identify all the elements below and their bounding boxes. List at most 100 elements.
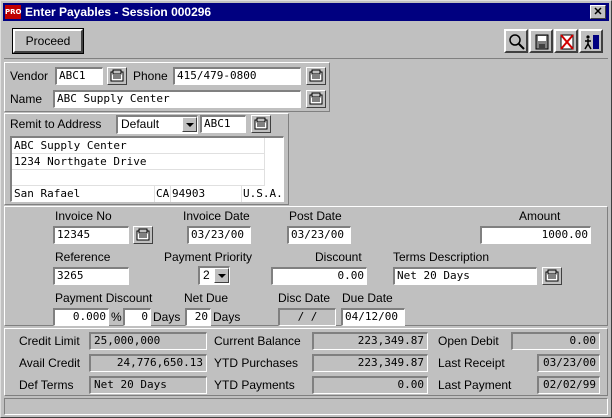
payment-discount-field[interactable]: 0.000	[53, 308, 109, 326]
lookup-icon	[136, 228, 150, 241]
exit-icon	[584, 35, 599, 50]
open-debit-value: 0.00	[511, 332, 600, 350]
amount-label: Amount	[519, 209, 561, 223]
toolbar: Proceed	[4, 23, 608, 59]
ytd-payments-label: YTD Payments	[214, 378, 295, 392]
chevron-down-icon[interactable]	[214, 268, 229, 283]
phone-lookup-button[interactable]	[306, 67, 326, 85]
enter-payables-window: PRO Enter Payables - Session 000296 ✕ Pr…	[0, 0, 612, 418]
address-city[interactable]: San Rafael	[14, 187, 80, 201]
save-button[interactable]	[529, 29, 553, 53]
vendor-label: Vendor	[10, 69, 49, 83]
avail-credit-value: 24,776,650.13	[89, 354, 207, 372]
net-due-field[interactable]: 20	[185, 308, 211, 326]
lookup-icon	[254, 117, 268, 130]
discount-label: Discount	[315, 250, 362, 264]
due-date-label: Due Date	[342, 291, 393, 305]
lookup-icon	[309, 69, 323, 82]
net-due-label: Net Due	[184, 291, 229, 305]
reference-label: Reference	[55, 250, 111, 264]
search-icon	[509, 34, 525, 50]
toolbar-icons	[504, 29, 603, 53]
address-line-3[interactable]	[12, 170, 264, 186]
remit-address-box[interactable]: ABC Supply Center 1234 Northgate Drive S…	[10, 136, 284, 202]
phone-label: Phone	[133, 69, 168, 83]
last-receipt-label: Last Receipt	[438, 356, 505, 370]
close-button[interactable]: ✕	[590, 5, 606, 19]
search-button[interactable]	[504, 29, 528, 53]
payment-priority-select[interactable]: 2	[198, 266, 230, 285]
divider	[241, 186, 242, 202]
last-payment-label: Last Payment	[438, 378, 512, 392]
terms-label: Terms Description	[393, 250, 490, 264]
invoice-date-label: Invoice Date	[183, 209, 250, 223]
chevron-down-icon[interactable]	[182, 117, 197, 132]
phone-field[interactable]: 415/479-0800	[173, 67, 301, 85]
proceed-button[interactable]: Proceed	[12, 28, 84, 54]
credit-limit-label: Credit Limit	[19, 334, 80, 348]
vendor-lookup-button[interactable]	[107, 67, 127, 85]
lookup-icon	[110, 69, 124, 82]
reference-field[interactable]: 3265	[53, 267, 129, 285]
remit-lookup-button[interactable]	[251, 115, 271, 133]
post-date-field[interactable]: 03/23/00	[287, 226, 351, 244]
lookup-icon	[309, 92, 323, 105]
due-date-field[interactable]: 04/12/00	[341, 308, 405, 326]
discount-days-field[interactable]: 0	[123, 308, 151, 326]
current-balance-value: 223,349.87	[312, 332, 428, 350]
open-debit-label: Open Debit	[438, 334, 499, 348]
ytd-purchases-label: YTD Purchases	[214, 356, 299, 370]
invoice-date-field[interactable]: 03/23/00	[187, 226, 251, 244]
address-line-2[interactable]: 1234 Northgate Drive	[12, 154, 264, 170]
remit-code-field[interactable]: ABC1	[200, 115, 246, 133]
status-bar	[4, 398, 608, 415]
address-country[interactable]: U.S.A.	[243, 187, 283, 201]
vendor-info-panel	[292, 113, 609, 205]
credit-limit-value: 25,000,000	[89, 332, 207, 350]
exit-button[interactable]	[579, 29, 603, 53]
lookup-icon	[545, 269, 559, 282]
ytd-payments-value: 0.00	[312, 376, 428, 394]
net-due-days-label: Days	[213, 310, 241, 324]
invoice-no-field[interactable]: 12345	[53, 226, 129, 244]
divider	[264, 138, 265, 186]
amount-field[interactable]: 1000.00	[480, 226, 591, 244]
remit-label: Remit to Address	[10, 117, 102, 131]
disc-date-field: / /	[278, 308, 336, 326]
divider	[170, 186, 171, 202]
payment-priority-value: 2	[203, 268, 210, 282]
invoice-no-label: Invoice No	[55, 209, 112, 223]
window-title: Enter Payables - Session 000296	[25, 5, 212, 19]
save-icon	[535, 34, 549, 50]
last-payment-value: 02/02/99	[537, 376, 600, 394]
remit-select-value: Default	[121, 117, 160, 131]
terms-field[interactable]: Net 20 Days	[393, 267, 537, 285]
vendor-field[interactable]: ABC1	[55, 67, 103, 85]
discount-field[interactable]: 0.00	[271, 267, 367, 285]
address-zip[interactable]: 94903	[172, 187, 205, 201]
address-state[interactable]: CA	[156, 187, 169, 201]
payment-priority-label: Payment Priority	[164, 250, 253, 264]
app-icon: PRO	[5, 5, 21, 19]
divider	[154, 186, 155, 202]
delete-icon	[560, 34, 574, 50]
current-balance-label: Current Balance	[214, 334, 301, 348]
title-bar[interactable]: PRO Enter Payables - Session 000296 ✕	[3, 3, 609, 21]
avail-credit-label: Avail Credit	[19, 356, 81, 370]
invoice-lookup-button[interactable]	[133, 226, 153, 244]
def-terms-label: Def Terms	[19, 378, 74, 392]
disc-date-label: Disc Date	[278, 291, 331, 305]
payment-discount-label: Payment Discount	[55, 291, 153, 305]
terms-lookup-button[interactable]	[542, 267, 562, 285]
name-label: Name	[10, 92, 43, 106]
last-receipt-value: 03/23/00	[537, 354, 600, 372]
remit-select[interactable]: Default	[116, 115, 198, 134]
discount-days-label: Days	[153, 310, 181, 324]
ytd-purchases-value: 223,349.87	[312, 354, 428, 372]
def-terms-value: Net 20 Days	[89, 376, 207, 394]
post-date-label: Post Date	[289, 209, 342, 223]
delete-button[interactable]	[554, 29, 578, 53]
name-field[interactable]: ABC Supply Center	[53, 90, 301, 108]
name-lookup-button[interactable]	[306, 90, 326, 108]
address-line-1[interactable]: ABC Supply Center	[12, 138, 264, 154]
